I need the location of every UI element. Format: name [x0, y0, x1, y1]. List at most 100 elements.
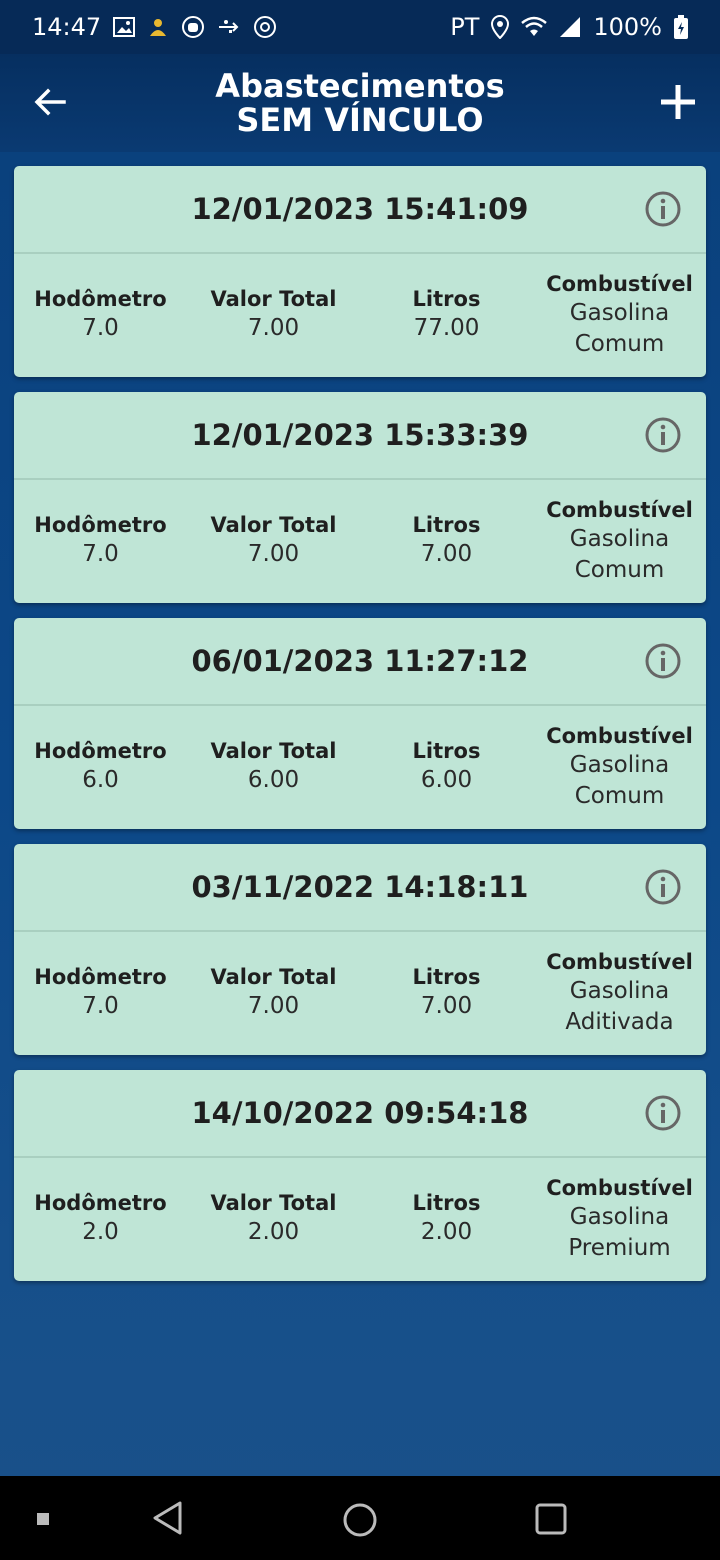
odometer-label: Hodômetro — [34, 739, 167, 763]
info-icon[interactable] — [644, 416, 682, 454]
card-body: Hodômetro 6.0 Valor Total 6.00 Litros 6.00 … — [14, 706, 706, 827]
liters-label: Litros — [412, 287, 481, 311]
total-field: Valor Total 7.00 — [187, 963, 360, 1022]
card-body: Hodômetro 7.0 Valor Total 7.00 Litros 7.00 … — [14, 932, 706, 1053]
odometer-label: Hodômetro — [34, 965, 167, 989]
liters-label: Litros — [412, 965, 481, 989]
nav-home-button[interactable] — [338, 1498, 382, 1542]
image-icon — [113, 17, 136, 37]
liters-field: Litros 7.00 — [360, 511, 533, 570]
odometer-label: Hodômetro — [34, 1191, 167, 1215]
back-button[interactable] — [30, 82, 70, 122]
odometer-value: 7.0 — [82, 541, 119, 567]
card-date: 12/01/2023 15:41:09 — [191, 192, 529, 226]
liters-label: Litros — [412, 739, 481, 763]
total-value: 7.00 — [247, 315, 300, 341]
total-label: Valor Total — [210, 739, 337, 763]
fuel-value: Gasolina Aditivada — [565, 977, 674, 1035]
fuel-label: Combustível — [546, 271, 693, 296]
liters-value: 2.00 — [420, 1219, 473, 1245]
fuel-field: Combustível Gasolina Aditivada — [533, 948, 706, 1038]
fuel-label: Combustível — [546, 723, 693, 748]
battery-level: 100% — [593, 13, 662, 41]
fueling-card[interactable]: 14/10/2022 09:54:18 Hodômetro 2.0 Valor T… — [14, 1070, 706, 1281]
circle-home-icon — [343, 1503, 377, 1537]
usb-icon — [217, 17, 241, 37]
odometer-value: 7.0 — [82, 993, 119, 1019]
odometer-field: Hodômetro 7.0 — [14, 963, 187, 1022]
page-title-line1: Abastecimentos — [215, 67, 505, 105]
liters-value: 77.00 — [413, 315, 480, 341]
carrier-label: PT — [450, 13, 480, 41]
info-icon[interactable] — [644, 868, 682, 906]
total-value: 7.00 — [247, 541, 300, 567]
card-header: 14/10/2022 09:54:18 — [14, 1070, 706, 1158]
liters-label: Litros — [412, 1191, 481, 1215]
total-label: Valor Total — [210, 965, 337, 989]
page-title-line2: SEM VÍNCULO — [236, 101, 484, 139]
wifi-icon — [521, 16, 548, 38]
card-header: 12/01/2023 15:41:09 — [14, 166, 706, 254]
fueling-card[interactable]: 12/01/2023 15:33:39 Hodômetro 7.0 Valor T… — [14, 392, 706, 603]
card-date: 06/01/2023 11:27:12 — [191, 644, 529, 678]
status-time: 14:47 — [32, 13, 102, 41]
system-nav-bar — [0, 1476, 720, 1560]
odometer-value: 6.0 — [82, 767, 119, 793]
fuel-label: Combustível — [546, 949, 693, 974]
fuel-value: Gasolina Comum — [569, 525, 670, 583]
fueling-card[interactable]: 03/11/2022 14:18:11 Hodômetro 7.0 Valor T… — [14, 844, 706, 1055]
fuel-label: Combustível — [546, 497, 693, 522]
card-header: 03/11/2022 14:18:11 — [14, 844, 706, 932]
card-body: Hodômetro 7.0 Valor Total 7.00 Litros 7.00 … — [14, 480, 706, 601]
total-field: Valor Total 2.00 — [187, 1189, 360, 1248]
total-value: 6.00 — [247, 767, 300, 793]
card-date: 03/11/2022 14:18:11 — [191, 870, 529, 904]
status-right: PT 100% — [450, 13, 688, 41]
liters-value: 7.00 — [420, 541, 473, 567]
nav-back-button[interactable] — [148, 1498, 188, 1538]
app-notification-icon — [147, 16, 169, 38]
fuel-field: Combustível Gasolina Comum — [533, 722, 706, 812]
odometer-field: Hodômetro 2.0 — [14, 1189, 187, 1248]
card-date: 14/10/2022 09:54:18 — [191, 1096, 529, 1130]
card-body: Hodômetro 7.0 Valor Total 7.00 Litros 77.00… — [14, 254, 706, 375]
total-value: 2.00 — [247, 1219, 300, 1245]
info-icon[interactable] — [644, 190, 682, 228]
odometer-label: Hodômetro — [34, 287, 167, 311]
total-field: Valor Total 7.00 — [187, 285, 360, 344]
liters-value: 7.00 — [420, 993, 473, 1019]
add-button[interactable] — [656, 80, 700, 124]
info-icon[interactable] — [644, 1094, 682, 1132]
square-dot-icon — [37, 1513, 49, 1525]
total-label: Valor Total — [210, 1191, 337, 1215]
fuel-value: Gasolina Comum — [569, 751, 670, 809]
location-icon — [491, 15, 510, 39]
odometer-label: Hodômetro — [34, 513, 167, 537]
at-sign-icon — [253, 15, 277, 39]
fueling-card[interactable]: 12/01/2023 15:41:09 Hodômetro 7.0 Valor T… — [14, 166, 706, 377]
total-label: Valor Total — [210, 287, 337, 311]
nav-recents-button[interactable] — [530, 1498, 572, 1540]
total-field: Valor Total 7.00 — [187, 511, 360, 570]
liters-field: Litros 77.00 — [360, 285, 533, 344]
android-debug-icon — [181, 15, 205, 39]
liters-field: Litros 7.00 — [360, 963, 533, 1022]
total-value: 7.00 — [247, 993, 300, 1019]
liters-value: 6.00 — [420, 767, 473, 793]
odometer-field: Hodômetro 7.0 — [14, 511, 187, 570]
page-title: Abastecimentos SEM VÍNCULO — [215, 69, 504, 137]
card-header: 12/01/2023 15:33:39 — [14, 392, 706, 480]
fuel-value: Gasolina Premium — [568, 1203, 671, 1261]
odometer-value: 2.0 — [82, 1219, 119, 1245]
nav-menu-button[interactable] — [36, 1512, 50, 1526]
card-date: 12/01/2023 15:33:39 — [191, 418, 529, 452]
app-header: Abastecimentos SEM VÍNCULO — [0, 54, 720, 152]
fuel-field: Combustível Gasolina Premium — [533, 1174, 706, 1264]
odometer-field: Hodômetro 7.0 — [14, 285, 187, 344]
info-icon[interactable] — [644, 642, 682, 680]
fueling-list: 12/01/2023 15:41:09 Hodômetro 7.0 Valor T… — [14, 166, 706, 1281]
fueling-card[interactable]: 06/01/2023 11:27:12 Hodômetro 6.0 Valor T… — [14, 618, 706, 829]
status-left: 14:47 — [32, 13, 277, 41]
liters-label: Litros — [412, 513, 481, 537]
odometer-field: Hodômetro 6.0 — [14, 737, 187, 796]
